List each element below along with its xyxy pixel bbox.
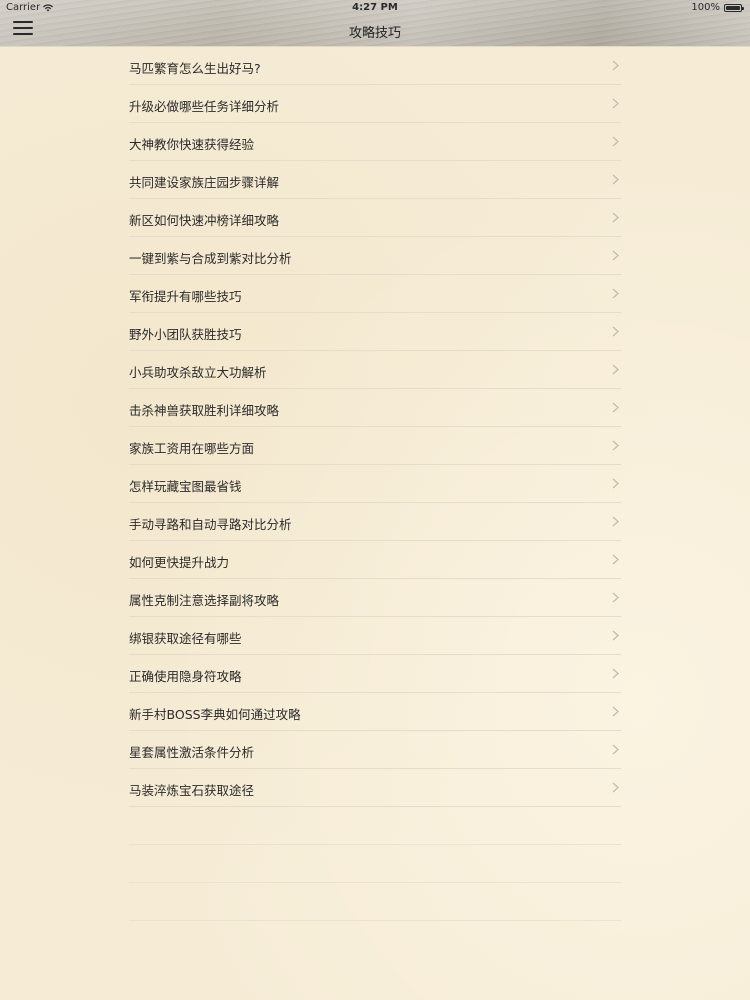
list-item[interactable]: 如何更快提升战力 [129,541,621,579]
list-item-label: 新手村BOSS李典如何通过攻略 [129,707,301,722]
chevron-right-icon [612,250,619,261]
list-item-label: 马匹繁育怎么生出好马? [129,61,261,76]
list-item-label: 马装淬炼宝石获取途径 [129,783,255,798]
chevron-right-icon [612,668,619,679]
battery-percent: 100% [691,2,720,13]
list-item[interactable]: 野外小团队获胜技巧 [129,313,621,351]
list-item-label: 军衔提升有哪些技巧 [129,289,242,304]
list-item-label: 家族工资用在哪些方面 [129,441,255,456]
strategy-list: 马匹繁育怎么生出好马? 升级必做哪些任务详细分析 大神教你快速获得经验共同建设家族庄… [129,47,621,921]
app-screen: Carrier 4:27 PM 100% 攻略技巧 马匹繁育怎么生出好马? 升级必… [0,0,750,1000]
list-item-label: 正确使用隐身符攻略 [129,669,242,684]
list-item-label: 手动寻路和自动寻路对比分析 [129,517,292,532]
list-item-label: 一键到紫与合成到紫对比分析 [129,251,292,266]
chevron-right-icon [612,212,619,223]
list-item-label: 星套属性激活条件分析 [129,745,255,760]
battery-icon [724,3,744,12]
list-item[interactable]: 军衔提升有哪些技巧 [129,275,621,313]
list-item[interactable]: 手动寻路和自动寻路对比分析 [129,503,621,541]
chevron-right-icon [612,60,619,71]
status-time: 4:27 PM [352,2,398,13]
page-title: 攻略技巧 [348,26,401,41]
list-item[interactable]: 大神教你快速获得经验 [129,123,621,161]
status-bar: Carrier 4:27 PM 100% [0,0,750,16]
list-item[interactable]: 马装淬炼宝石获取途径 [129,769,621,807]
list-item[interactable]: 马匹繁育怎么生出好马? [129,47,621,85]
chevron-right-icon [612,326,619,337]
list-item-label: 属性克制注意选择副将攻略 [129,593,280,608]
list-item[interactable]: 击杀神兽获取胜利详细攻略 [129,389,621,427]
chevron-right-icon [612,402,619,413]
chevron-right-icon [612,706,619,717]
list-item[interactable]: 家族工资用在哪些方面 [129,427,621,465]
list-item[interactable]: 正确使用隐身符攻略 [129,655,621,693]
chevron-right-icon [612,516,619,527]
list-item[interactable]: 升级必做哪些任务详细分析 [129,85,621,123]
list-item[interactable]: 共同建设家族庄园步骤详解 [129,161,621,199]
list-item[interactable]: 属性克制注意选择副将攻略 [129,579,621,617]
list-item[interactable]: 一键到紫与合成到紫对比分析 [129,237,621,275]
list-item[interactable]: 新区如何快速冲榜详细攻略 [129,199,621,237]
list-item-label: 共同建设家族庄园步骤详解 [129,175,280,190]
chevron-right-icon [612,98,619,109]
chevron-right-icon [612,592,619,603]
chevron-right-icon [612,782,619,793]
chevron-right-icon [612,174,619,185]
chevron-right-icon [612,630,619,641]
list-item-label: 新区如何快速冲榜详细攻略 [129,213,280,228]
list-item-label: 小兵助攻杀敌立大功解析 [129,365,267,380]
list-item-label: 升级必做哪些任务详细分析 [129,99,280,114]
list-item-label: 大神教你快速获得经验 [129,137,255,152]
battery-indicator: 100% [691,2,744,13]
chevron-right-icon [612,440,619,451]
chevron-right-icon [612,744,619,755]
list-item[interactable]: 绑银获取途径有哪些 [129,617,621,655]
empty-list-row [129,807,621,845]
list-item[interactable]: 小兵助攻杀敌立大功解析 [129,351,621,389]
chevron-right-icon [612,288,619,299]
list-item[interactable]: 新手村BOSS李典如何通过攻略 [129,693,621,731]
empty-list-row [129,845,621,883]
list-item[interactable]: 怎样玩藏宝图最省钱 [129,465,621,503]
list-item-label: 如何更快提升战力 [129,555,230,570]
list-item-label: 绑银获取途径有哪些 [129,631,242,646]
chevron-right-icon [612,364,619,375]
chevron-right-icon [612,136,619,147]
list-item-label: 击杀神兽获取胜利详细攻略 [129,403,280,418]
chevron-right-icon [612,478,619,489]
navigation-bar: Carrier 4:27 PM 100% 攻略技巧 [0,0,750,46]
chevron-right-icon [612,554,619,565]
list-item[interactable]: 星套属性激活条件分析 [129,731,621,769]
list-item-label: 怎样玩藏宝图最省钱 [129,479,242,494]
empty-list-row [129,883,621,921]
list-item-label: 野外小团队获胜技巧 [129,327,242,342]
